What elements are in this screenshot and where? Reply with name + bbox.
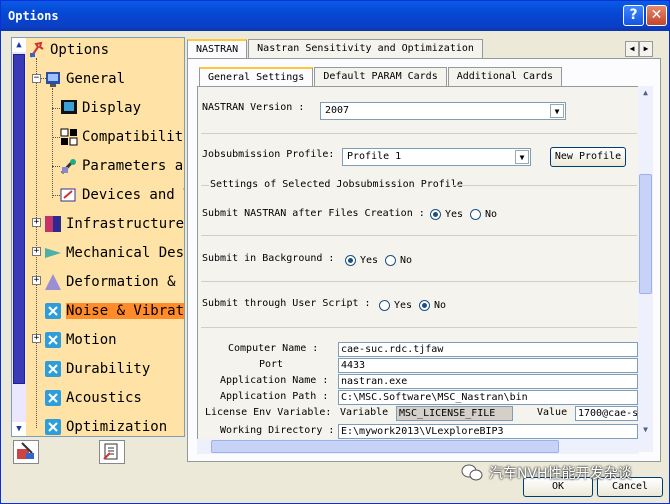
title-bar: Options ? ✕ (1, 1, 669, 31)
tree-item-noise-vibration[interactable]: Noise & Vibrat (44, 299, 184, 323)
compatibility-icon (60, 128, 78, 146)
display-icon (61, 100, 77, 114)
window-title: Options (8, 9, 59, 23)
settings-hscroll-thumb[interactable] (211, 440, 559, 453)
nastran-version-select[interactable]: 2007 ▼ (320, 102, 566, 120)
close-button[interactable]: ✕ (646, 5, 667, 26)
expand-mechanical-icon[interactable]: + (32, 247, 41, 256)
durability-icon (45, 361, 61, 377)
submit-background-no-radio[interactable]: No (385, 255, 412, 266)
variable-label: Variable (340, 407, 389, 418)
computer-name-field[interactable]: cae-suc.rdc.tjfaw (338, 342, 638, 357)
devices-icon (60, 188, 76, 202)
submit-after-label: Submit NASTRAN after Files Creation : (202, 208, 425, 219)
tab-default-param-cards[interactable]: Default PARAM Cards (314, 67, 447, 87)
settings-vertical-scrollbar[interactable]: ▲ ▼ (638, 86, 653, 452)
license-value-field[interactable]: 1700@cae-sv (575, 406, 638, 421)
tree-item-deformation[interactable]: Deformation & (44, 270, 176, 294)
top-tab-strip: NASTRAN Nastran Sensitivity and Optimiza… (187, 39, 484, 60)
watermark: 汽车NVH性能开发杂谈 (461, 463, 632, 483)
help-button[interactable]: ? (623, 5, 644, 26)
working-directory-field[interactable]: E:\mywork2013\VLexploreBIP3 (338, 424, 638, 439)
tree-item-general[interactable]: General (44, 67, 125, 91)
application-name-label: Application Name : (220, 375, 329, 386)
jobsubmission-profile-label: Jobsubmission Profile: (202, 149, 335, 160)
options-window: Options ? ✕ ▲ ▼ Options − General Displa… (0, 0, 670, 504)
options-tree-icon (30, 41, 44, 58)
tab-scroll-left-icon[interactable]: ◀ (625, 41, 639, 57)
tree-item-acoustics[interactable]: Acoustics (44, 386, 142, 410)
port-field[interactable]: 4433 (338, 358, 638, 373)
expand-deformation-icon[interactable]: + (32, 276, 41, 285)
options-tree: ▲ ▼ Options − General Display Compatibil… (11, 37, 185, 437)
tab-scroll-arrows: ◀ ▶ (625, 41, 653, 57)
application-name-field[interactable]: nastran.exe (338, 374, 638, 389)
tree-scrollbar[interactable]: ▲ ▼ (12, 38, 26, 436)
tree-item-display[interactable]: Display (60, 96, 141, 120)
infrastructure-icon (45, 216, 61, 232)
wechat-logo-icon (461, 464, 483, 481)
expand-general-icon[interactable]: − (32, 74, 41, 83)
tree-item-parameters[interactable]: Parameters a (60, 154, 183, 178)
tree-scroll-up-icon[interactable]: ▲ (12, 38, 26, 52)
tree-item-durability[interactable]: Durability (44, 357, 150, 381)
tree-item-compatibility[interactable]: Compatibilit (60, 125, 183, 149)
import-settings-icon[interactable] (13, 440, 39, 464)
general-icon (46, 72, 60, 87)
tree-item-devices[interactable]: Devices and V (60, 183, 184, 207)
group-title: Settings of Selected Jobsubmission Profi… (210, 179, 463, 190)
license-env-label: License Env Variable: (205, 407, 332, 418)
application-path-field[interactable]: C:\MSC.Software\MSC_Nastran\bin (338, 390, 638, 405)
settings-vscroll-thumb[interactable] (639, 174, 652, 294)
acoustics-icon (45, 390, 61, 406)
tab-nastran-sensitivity[interactable]: Nastran Sensitivity and Optimization (248, 39, 483, 59)
tree-item-infrastructure[interactable]: Infrastructure (44, 212, 184, 236)
tree-item-optimization[interactable]: Optimization (44, 415, 167, 436)
submit-script-no-radio[interactable]: No (419, 300, 446, 311)
tree-item-mechanical-design[interactable]: Mechanical Des (44, 241, 184, 265)
expand-infrastructure-icon[interactable]: + (32, 218, 41, 227)
submit-script-yes-radio[interactable]: Yes (379, 300, 412, 311)
chevron-down-icon[interactable]: ▼ (515, 150, 529, 164)
application-path-label: Application Path : (220, 391, 329, 402)
value-label: Value (537, 407, 568, 418)
tab-nastran[interactable]: NASTRAN (187, 39, 248, 60)
tree-scroll-down-icon[interactable]: ▼ (12, 422, 26, 436)
chevron-down-icon[interactable]: ▼ (550, 104, 564, 118)
submit-background-yes-radio[interactable]: Yes (345, 255, 378, 266)
tree-item-motion[interactable]: Motion (44, 328, 117, 352)
port-label: Port (259, 359, 284, 370)
deformation-icon (45, 274, 61, 290)
nastran-version-label: NASTRAN Version : (202, 102, 305, 113)
working-directory-label: Working Directory : (220, 425, 335, 436)
new-profile-button[interactable]: New Profile (550, 147, 626, 167)
motion-icon (45, 332, 61, 348)
submit-background-label: Submit in Background : (202, 253, 335, 264)
submit-script-label: Submit through User Script : (202, 298, 371, 309)
tab-general-settings[interactable]: General Settings (199, 67, 314, 88)
mechanical-design-icon (45, 248, 61, 258)
license-variable-field[interactable]: MSC_LICENSE_FILE (396, 406, 513, 421)
optimization-icon (45, 419, 61, 435)
settings-horizontal-scrollbar[interactable] (197, 439, 639, 454)
submit-after-yes-radio[interactable]: Yes (430, 209, 463, 220)
scroll-up-icon[interactable]: ▲ (638, 86, 653, 100)
noise-vibration-icon (45, 303, 61, 319)
sub-tab-strip: General Settings Default PARAM Cards Add… (199, 67, 563, 88)
jobsubmission-profile-select[interactable]: Profile 1 ▼ (342, 148, 531, 166)
export-settings-icon[interactable] (99, 440, 125, 464)
submit-after-no-radio[interactable]: No (470, 209, 497, 220)
parameters-icon (60, 158, 76, 175)
tree-item-options[interactable]: Options (28, 38, 109, 62)
tab-additional-cards[interactable]: Additional Cards (447, 67, 563, 87)
expand-motion-icon[interactable]: + (32, 334, 41, 343)
scroll-down-icon[interactable]: ▼ (638, 423, 653, 437)
tab-scroll-right-icon[interactable]: ▶ (639, 41, 653, 57)
computer-name-label: Computer Name : (228, 343, 319, 354)
tree-scroll-thumb[interactable] (13, 54, 25, 384)
